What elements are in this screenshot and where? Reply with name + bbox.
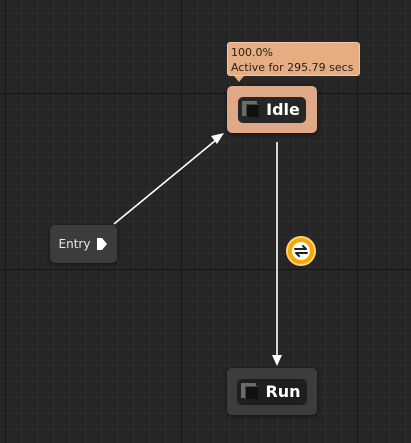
state-node-icon bbox=[241, 383, 259, 400]
play-pin-icon[interactable] bbox=[96, 237, 108, 251]
state-title-bar: Idle bbox=[238, 96, 306, 123]
tooltip-active-time: Active for 295.79 secs bbox=[231, 61, 354, 74]
state-label-idle: Idle bbox=[266, 100, 300, 119]
entry-node[interactable]: Entry bbox=[50, 225, 117, 263]
state-node-icon bbox=[242, 101, 260, 118]
transition-rule-icon[interactable] bbox=[286, 236, 316, 266]
tooltip-percent: 100.0% bbox=[231, 46, 273, 59]
state-label-run: Run bbox=[265, 382, 301, 401]
state-node-idle[interactable]: Idle bbox=[227, 86, 317, 133]
state-node-run[interactable]: Run bbox=[227, 368, 317, 415]
state-tooltip: 100.0% Active for 295.79 secs bbox=[227, 42, 360, 76]
wire-idle-to-run[interactable] bbox=[272, 142, 282, 366]
entry-label: Entry bbox=[58, 237, 91, 251]
state-title-bar: Run bbox=[237, 378, 307, 405]
tooltip-pointer bbox=[234, 76, 244, 82]
wire-entry-to-idle[interactable] bbox=[113, 133, 224, 225]
